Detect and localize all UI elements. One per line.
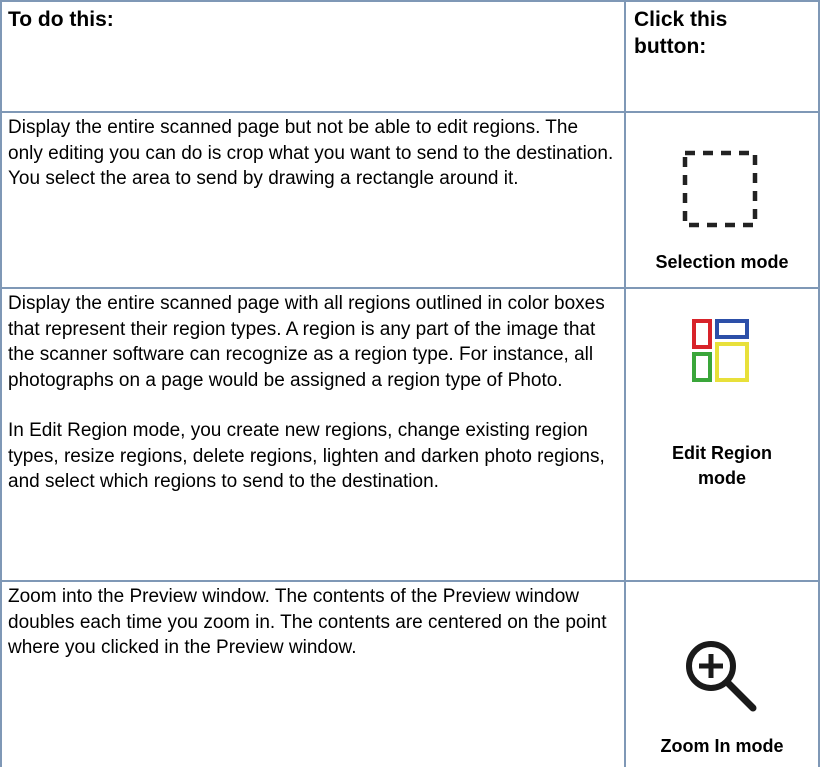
row-2-text-1: Display the entire scanned page with all… xyxy=(8,293,605,391)
edit-region-icon xyxy=(692,319,749,382)
row-2-caption-line2: mode xyxy=(697,468,746,488)
header-col2-line1: Click this xyxy=(634,8,728,31)
instruction-table: To do this: Click this button: Display t… xyxy=(0,0,820,767)
selection-mode-icon xyxy=(682,150,758,228)
row-2-text-2: In Edit Region mode, you create new regi… xyxy=(8,420,605,492)
row-2-caption-line1: Edit Region xyxy=(672,443,772,463)
row-divider-header xyxy=(0,111,820,113)
row-1-description: Display the entire scanned page but not … xyxy=(8,115,618,192)
row-2-description: Display the entire scanned page with all… xyxy=(8,291,618,495)
row-1-text: Display the entire scanned page but not … xyxy=(8,117,614,189)
row-3-description: Zoom into the Preview window. The conten… xyxy=(8,584,618,661)
row-divider-2 xyxy=(0,580,820,582)
table-column-divider xyxy=(624,0,626,767)
row-2-caption: Edit Region mode xyxy=(626,441,818,491)
row-3-text: Zoom into the Preview window. The conten… xyxy=(8,586,607,658)
table-left-border xyxy=(0,0,2,767)
header-col2-line2: button: xyxy=(634,35,707,58)
header-col2: Click this button: xyxy=(634,6,727,60)
row-divider-1 xyxy=(0,287,820,289)
header-col1: To do this: xyxy=(8,8,114,31)
zoom-in-icon xyxy=(686,641,757,712)
row-1-caption: Selection mode xyxy=(655,252,789,272)
table-top-border xyxy=(0,0,820,2)
row-3-caption: Zoom In mode xyxy=(660,736,784,756)
